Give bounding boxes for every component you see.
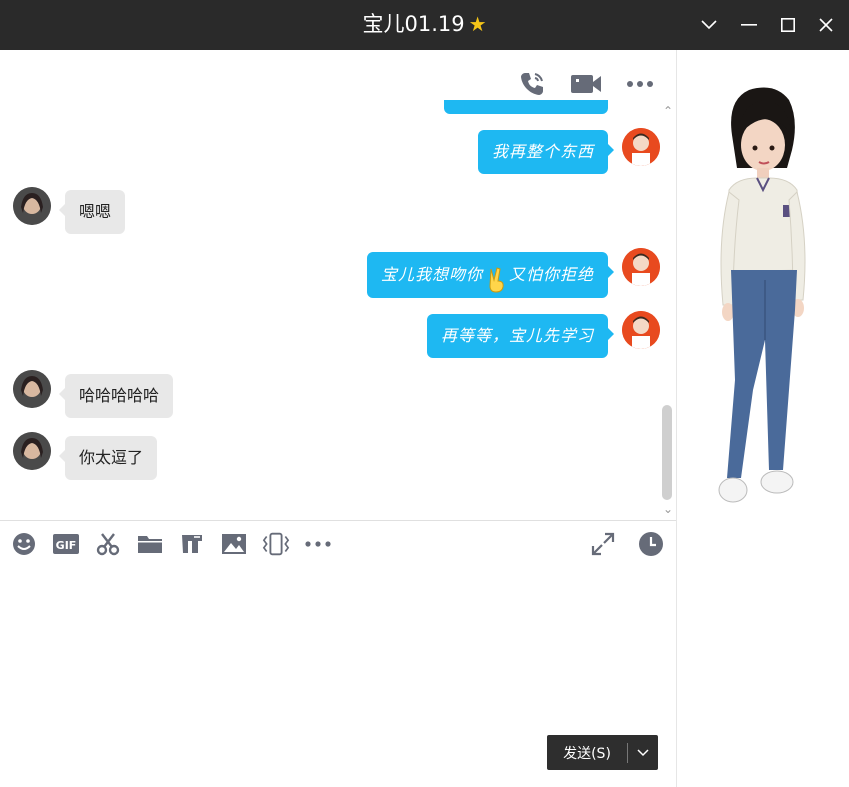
send-button[interactable]: 发送(S) (547, 735, 658, 770)
window-title-text: 宝儿01.19 (362, 12, 465, 36)
character-avatar-image (718, 87, 806, 503)
star-icon: ★ (468, 12, 487, 36)
video-call-icon[interactable] (570, 68, 602, 100)
font-icon[interactable] (178, 530, 206, 558)
chat-header-toolbar (516, 68, 656, 100)
chat-panel: ⌃ 我再整个东西 嗯嗯 宝儿我想吻你 又怕你拒绝 再等等，宝儿先学习 哈哈哈哈哈 … (0, 50, 677, 787)
message-bubble-in[interactable]: 你太逗了 (58, 436, 158, 480)
avatar[interactable] (622, 311, 660, 349)
avatar[interactable] (13, 432, 51, 470)
message-bubble-in[interactable]: 哈哈哈哈哈 (58, 374, 174, 418)
maximize-button[interactable] (773, 10, 803, 40)
message-bubble-out[interactable]: 宝儿我想吻你 又怕你拒绝 (366, 252, 615, 298)
message-bubble-out[interactable]: 我再整个东西 (477, 130, 615, 174)
message-text: 宝儿我想吻你 (380, 265, 483, 284)
folder-icon[interactable] (136, 530, 164, 558)
character-show-panel (677, 50, 849, 787)
scrollbar-thumb[interactable] (662, 405, 672, 500)
minimize-button[interactable] (734, 10, 764, 40)
message-text: 又怕你拒绝 (508, 265, 594, 284)
input-toolbar: GIF (10, 530, 346, 558)
close-button[interactable] (811, 10, 841, 40)
avatar[interactable] (13, 370, 51, 408)
shake-icon[interactable] (262, 530, 290, 558)
scroll-down-icon[interactable]: ⌄ (663, 502, 673, 516)
divider (0, 520, 676, 521)
title-bar: 宝儿01.19 ★ (0, 0, 849, 50)
svg-text:GIF: GIF (56, 539, 77, 552)
message-text: 哈哈哈哈哈 (79, 386, 160, 405)
avatar[interactable] (622, 248, 660, 286)
message-text: 嗯嗯 (79, 202, 112, 221)
avatar[interactable] (622, 128, 660, 166)
message-text: 我再整个东西 (491, 142, 594, 161)
partial-message-bubble (444, 100, 608, 114)
scroll-up-icon[interactable]: ⌃ (663, 104, 673, 118)
scissors-icon[interactable] (94, 530, 122, 558)
message-text: 再等等，宝儿先学习 (440, 326, 594, 345)
more-icon[interactable] (304, 530, 332, 558)
send-label: 发送(S) (563, 745, 611, 762)
image-icon[interactable] (220, 530, 248, 558)
message-bubble-in[interactable]: 嗯嗯 (58, 190, 126, 234)
expand-icon[interactable] (590, 531, 616, 561)
victory-hand-icon (485, 265, 507, 293)
avatar[interactable] (13, 187, 51, 225)
chevron-down-icon[interactable] (628, 748, 658, 757)
message-text: 你太逗了 (79, 448, 144, 467)
history-icon[interactable] (638, 531, 664, 561)
gif-icon[interactable]: GIF (52, 530, 80, 558)
more-icon[interactable] (624, 68, 656, 100)
emoji-icon[interactable] (10, 530, 38, 558)
chevron-down-icon[interactable] (694, 10, 724, 40)
phone-icon[interactable] (516, 68, 548, 100)
message-bubble-out[interactable]: 再等等，宝儿先学习 (426, 314, 615, 358)
